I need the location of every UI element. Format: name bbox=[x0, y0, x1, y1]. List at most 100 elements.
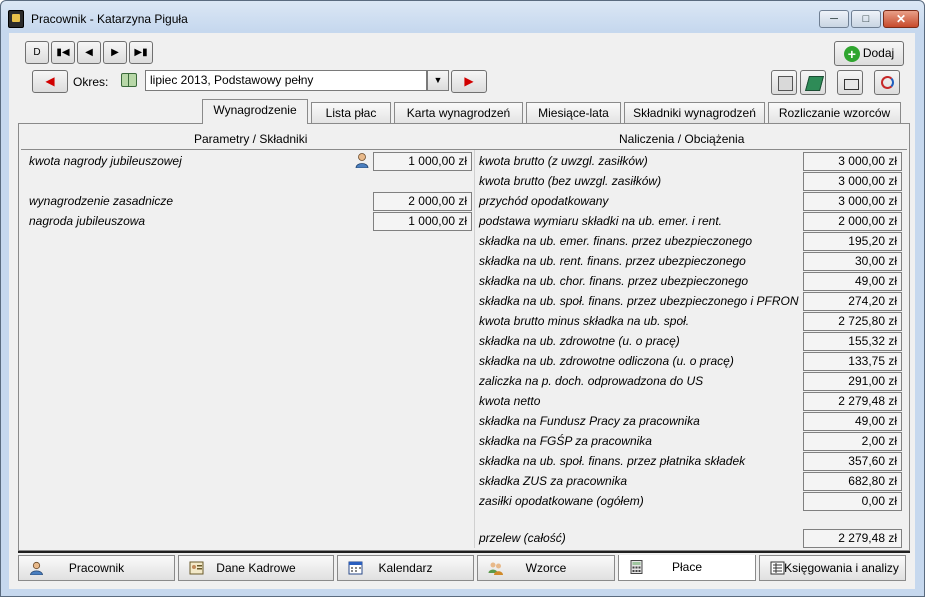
next-icon: ▶ bbox=[111, 47, 119, 58]
tab-miesiace-lata[interactable]: Miesiące-lata bbox=[526, 102, 621, 123]
right-header: Naliczenia / Obciążenia bbox=[619, 132, 745, 146]
left-row-value[interactable]: 1 000,00 zł bbox=[373, 152, 472, 171]
bottom-tab-label: Dane Kadrowe bbox=[216, 561, 296, 575]
new-record-button[interactable]: D bbox=[25, 41, 49, 64]
wynagrodzenie-panel: Parametry / Składniki Naliczenia / Obcią… bbox=[18, 123, 910, 551]
right-row-value: 2 725,80 zł bbox=[803, 312, 902, 331]
new-icon: D bbox=[33, 47, 41, 58]
right-row-label: kwota brutto (bez uwzgl. zasiłków) bbox=[479, 174, 662, 188]
bottom-tab-kalendarz[interactable]: Kalendarz bbox=[337, 555, 474, 581]
right-row-label: składka na Fundusz Pracy za pracownika bbox=[479, 414, 700, 428]
left-header: Parametry / Składniki bbox=[194, 132, 308, 146]
total-value: 2 279,48 zł bbox=[803, 529, 902, 548]
app-window: Pracownik - Katarzyna Piguła ─ □ ✕ D ▮◀ … bbox=[0, 0, 925, 597]
bottom-tab-pracownik[interactable]: Pracownik bbox=[18, 555, 175, 581]
right-row-label: kwota brutto minus składka na ub. społ. bbox=[479, 314, 690, 328]
last-record-button[interactable]: ▶▮ bbox=[129, 41, 153, 64]
bottom-tab-ksiegowania[interactable]: Księgowania i analizy bbox=[759, 555, 906, 581]
left-row-label: kwota nagrody jubileuszowej bbox=[29, 154, 182, 168]
refresh-button[interactable] bbox=[874, 70, 900, 95]
printer-icon bbox=[844, 79, 859, 90]
person-icon[interactable] bbox=[355, 152, 369, 168]
minimize-icon: ─ bbox=[830, 13, 838, 25]
add-icon: + bbox=[843, 45, 860, 62]
close-button[interactable]: ✕ bbox=[883, 10, 919, 28]
next-record-button[interactable]: ▶ bbox=[103, 41, 127, 64]
tab-skladniki-wynagrodzen[interactable]: Składniki wynagrodzeń bbox=[624, 102, 765, 123]
books-button[interactable] bbox=[800, 70, 826, 95]
arrow-left-icon: ◀ bbox=[45, 74, 55, 88]
right-row-value: 2,00 zł bbox=[803, 432, 902, 451]
left-row-value[interactable]: 2 000,00 zł bbox=[373, 192, 472, 211]
right-row-label: podstawa wymiaru składki na ub. emer. i … bbox=[479, 214, 722, 228]
right-row-label: składka na ub. chor. finans. przez ubezp… bbox=[479, 274, 749, 288]
right-row-value: 2 279,48 zł bbox=[803, 392, 902, 411]
right-row-label: zaliczka na p. doch. odprowadzona do US bbox=[479, 374, 704, 388]
right-row-label: składka na FGŚP za pracownika bbox=[479, 434, 652, 448]
bottom-tab-label: Pracownik bbox=[68, 561, 125, 575]
right-row-value: 49,00 zł bbox=[803, 272, 902, 291]
right-row-value: 3 000,00 zł bbox=[803, 152, 902, 171]
bottom-divider bbox=[18, 551, 910, 553]
first-icon: ▮◀ bbox=[56, 47, 70, 58]
tab-lista-plac[interactable]: Lista płac bbox=[311, 102, 391, 123]
period-combo[interactable]: lipiec 2013, Podstawowy pełny bbox=[145, 70, 427, 91]
bottom-tab-dane-kadrowe[interactable]: Dane Kadrowe bbox=[178, 555, 334, 581]
tab-karta-wynagrodzen[interactable]: Karta wynagrodzeń bbox=[394, 102, 523, 123]
right-row-label: składka na ub. zdrowotne odliczona (u. o… bbox=[479, 354, 734, 368]
last-icon: ▶▮ bbox=[134, 47, 148, 58]
right-row-value: 274,20 zł bbox=[803, 292, 902, 311]
maximize-icon: □ bbox=[862, 13, 870, 25]
bottom-tab-wzorce[interactable]: Wzorce bbox=[477, 555, 615, 581]
okres-label: Okres: bbox=[73, 75, 109, 89]
calculator-button[interactable] bbox=[771, 70, 797, 95]
right-row-value: 49,00 zł bbox=[803, 412, 902, 431]
right-row-label: składka na ub. społ. finans. przez ubezp… bbox=[479, 294, 799, 308]
right-row-label: składka ZUS za pracownika bbox=[479, 474, 628, 488]
right-row-value: 155,32 zł bbox=[803, 332, 902, 351]
left-row-label: nagroda jubileuszowa bbox=[29, 214, 146, 228]
bottom-tab-place[interactable]: Płace bbox=[618, 555, 756, 581]
right-row-label: kwota brutto (z uwzgl. zasiłków) bbox=[479, 154, 648, 168]
bottom-tab-label: Księgowania i analizy bbox=[784, 561, 899, 575]
minimize-button[interactable]: ─ bbox=[819, 10, 849, 28]
right-row-value: 291,00 zł bbox=[803, 372, 902, 391]
client-area: D ▮◀ ◀ ▶ ▶▮ + Dodaj ◀ Okres: lipiec 2013,… bbox=[9, 33, 915, 589]
print-button[interactable] bbox=[837, 70, 863, 95]
prev-record-button[interactable]: ◀ bbox=[77, 41, 101, 64]
right-row-label: składka na ub. emer. finans. przez ubezp… bbox=[479, 234, 753, 248]
right-row-value: 133,75 zł bbox=[803, 352, 902, 371]
total-label: przelew (całość) bbox=[479, 531, 566, 545]
left-row-label: wynagrodzenie zasadnicze bbox=[29, 194, 174, 208]
right-row-label: zasiłki opodatkowane (ogółem) bbox=[479, 494, 644, 508]
right-row-label: przychód opodatkowany bbox=[479, 194, 609, 208]
tab-rozliczanie-wzorcow[interactable]: Rozliczanie wzorców bbox=[768, 102, 901, 123]
bottom-tab-label: Wzorce bbox=[525, 561, 567, 575]
next-period-button[interactable]: ▶ bbox=[451, 70, 487, 93]
left-row-value[interactable]: 1 000,00 zł bbox=[373, 212, 472, 231]
books-icon bbox=[804, 76, 825, 91]
calculator-icon bbox=[778, 76, 793, 91]
right-row-value: 3 000,00 zł bbox=[803, 172, 902, 191]
right-row-value: 2 000,00 zł bbox=[803, 212, 902, 231]
right-row-label: składka na ub. zdrowotne (u. o pracę) bbox=[479, 334, 680, 348]
dodaj-button[interactable]: + Dodaj bbox=[834, 41, 904, 66]
prev-period-button[interactable]: ◀ bbox=[32, 70, 68, 93]
book-icon[interactable] bbox=[121, 73, 137, 87]
right-row-label: składka na ub. społ. finans. przez płatn… bbox=[479, 454, 746, 468]
arrow-right-icon: ▶ bbox=[464, 74, 474, 88]
first-record-button[interactable]: ▮◀ bbox=[51, 41, 75, 64]
column-divider bbox=[474, 150, 475, 548]
close-icon: ✕ bbox=[895, 12, 907, 26]
bottom-tab-label: Kalendarz bbox=[378, 561, 433, 575]
tab-wynagrodzenie[interactable]: Wynagrodzenie bbox=[202, 99, 308, 124]
maximize-button[interactable]: □ bbox=[851, 10, 881, 28]
right-row-value: 195,20 zł bbox=[803, 232, 902, 251]
chevron-down-icon[interactable]: ▼ bbox=[427, 70, 449, 91]
app-icon bbox=[8, 10, 24, 28]
right-row-value: 357,60 zł bbox=[803, 452, 902, 471]
right-row-value: 30,00 zł bbox=[803, 252, 902, 271]
right-row-value: 0,00 zł bbox=[803, 492, 902, 511]
title-bar[interactable]: Pracownik - Katarzyna Piguła ─ □ ✕ bbox=[1, 1, 924, 33]
right-row-value: 3 000,00 zł bbox=[803, 192, 902, 211]
